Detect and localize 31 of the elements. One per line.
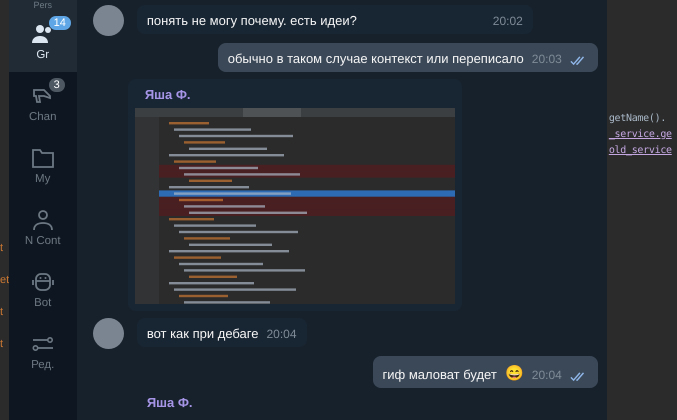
- grinning-emoji: 😄: [504, 364, 524, 382]
- code-screenshot[interactable]: [134, 108, 455, 304]
- unread-badge: 3: [48, 78, 65, 92]
- message-time: 20:02: [492, 14, 523, 28]
- sender-name: Яша Ф.: [144, 87, 191, 102]
- code-line: _service.ge: [608, 129, 673, 140]
- message-time: 20:03: [532, 52, 562, 66]
- code-line: getName().: [608, 113, 668, 124]
- folder-tab[interactable]: Chan 3: [8, 72, 77, 134]
- message-text: гиф маловат будет: [382, 367, 497, 382]
- unread-badge: 14: [48, 16, 71, 30]
- folder-tab[interactable]: Pers: [8, 0, 77, 10]
- sender-name: Яша Ф.: [146, 395, 193, 410]
- avatar[interactable]: [92, 318, 124, 349]
- message-time: 20:04: [532, 368, 562, 382]
- person-icon: [30, 208, 55, 232]
- folder-tab[interactable]: My: [8, 134, 77, 196]
- code-fragment: t: [0, 338, 4, 350]
- code-fragment: t: [0, 306, 4, 318]
- message-text: понять не могу почему. есть идеи?: [146, 13, 357, 28]
- folder-tab[interactable]: Gr 14: [8, 10, 77, 72]
- code-fragment: t: [0, 242, 4, 254]
- message-text: вот как при дебаге: [146, 326, 258, 341]
- folder-tab[interactable]: N Cont: [8, 196, 77, 258]
- avatar[interactable]: [92, 5, 124, 36]
- code-line: old_service: [608, 145, 673, 156]
- message-text: обычно в таком случае контекст или переписало: [228, 51, 524, 66]
- folder-tab[interactable]: Ред.: [8, 320, 77, 382]
- folder-tab[interactable]: Bot: [8, 258, 77, 320]
- message-time: 20:04: [266, 327, 296, 341]
- code-fragment: et: [0, 274, 9, 286]
